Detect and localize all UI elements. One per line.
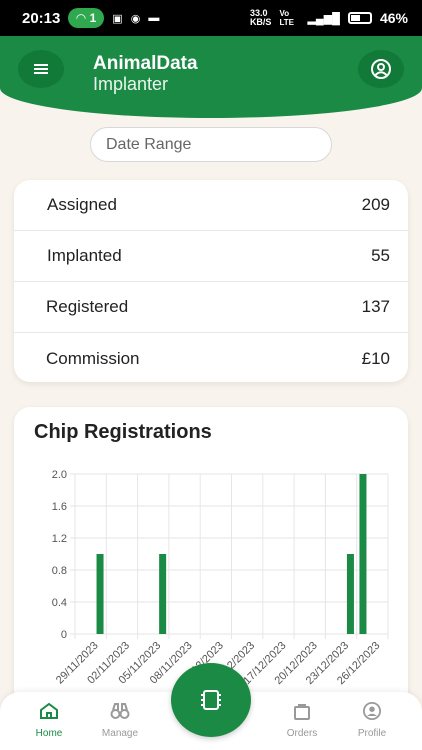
battery-percent: 46% xyxy=(379,10,408,26)
user-icon xyxy=(371,59,391,79)
nav-manage-label: Manage xyxy=(101,728,139,739)
stat-label: Assigned xyxy=(47,195,117,214)
status-bar: 20:13 ◠ 1 ▣ ◉ ▬ 33.0 KB/S Vo LTE ▂▄▆█ 46… xyxy=(0,0,422,36)
chip-registrations-chart: 00.40.81.21.62.029/11/202302/11/202305/1… xyxy=(52,469,389,687)
stat-label: Commission xyxy=(46,348,140,368)
nav-manage[interactable]: Manage xyxy=(90,702,150,739)
nav-profile-label: Profile xyxy=(357,728,387,739)
chart-card: Chip Registrations 0 0.4 0.8 1.2 1.6 2.0 29/11… xyxy=(14,407,408,707)
app-icon: ◉ xyxy=(130,12,141,25)
stat-row-implanted: Implanted 55 xyxy=(14,231,408,282)
nav-profile[interactable]: Profile xyxy=(342,702,402,739)
stat-value: 209 xyxy=(361,195,390,214)
brand-primary: AnimalData xyxy=(93,53,198,74)
date-range-placeholder: Date Range xyxy=(106,135,192,153)
y-tick-label: 1.6 xyxy=(52,501,67,513)
scan-chip-button[interactable] xyxy=(171,663,251,737)
nav-home-label: Home xyxy=(35,728,63,739)
home-icon xyxy=(40,702,58,719)
signal-icon: ▂▄▆█ xyxy=(307,12,340,25)
chart-bar xyxy=(346,554,354,634)
stat-row-assigned: Assigned 209 xyxy=(14,180,408,231)
nav-home[interactable]: Home xyxy=(19,702,79,739)
y-tick-label: 1.2 xyxy=(52,533,67,545)
menu-button[interactable] xyxy=(18,50,64,88)
profile-button[interactable] xyxy=(358,50,404,88)
stat-value: £10 xyxy=(361,348,390,368)
bag-icon xyxy=(294,704,310,720)
y-tick-label: 0 xyxy=(61,629,67,641)
battery-icon xyxy=(347,12,372,24)
hamburger-icon xyxy=(34,64,48,74)
y-tick-label: 0.4 xyxy=(52,597,67,609)
stat-row-registered: Registered 137 xyxy=(14,282,408,333)
stat-label: Implanted xyxy=(47,246,122,265)
network-speed: 33.0 KB/S xyxy=(249,8,272,27)
stat-value: 137 xyxy=(361,297,390,316)
message-icon: ▬ xyxy=(148,12,160,24)
chip-icon xyxy=(201,690,221,710)
hotspot-pill: ◠ 1 xyxy=(68,8,105,28)
brand-secondary: Implanter xyxy=(93,74,169,94)
date-range-input[interactable]: Date Range xyxy=(90,127,332,162)
stats-card: Assigned 209 Implanted 55 Registered 137… xyxy=(14,180,408,382)
nav-orders-label: Orders xyxy=(286,728,318,739)
stat-value: 55 xyxy=(371,246,390,265)
y-tick-label: 2.0 xyxy=(52,469,67,481)
hotspot-count: 1 xyxy=(89,11,97,25)
stat-label: Registered xyxy=(46,297,129,316)
y-tick-label: 0.8 xyxy=(52,565,67,577)
notification-icon: ▣ xyxy=(112,12,123,25)
volte-label: Vo LTE xyxy=(279,9,294,27)
profile-icon xyxy=(363,702,381,720)
chart-bar xyxy=(159,554,167,634)
binoculars-icon xyxy=(110,703,130,719)
app-brand: AnimalData Implanter xyxy=(93,53,198,95)
chart-bar xyxy=(359,474,367,634)
status-time: 20:13 xyxy=(22,9,61,27)
stat-row-commission: Commission £10 xyxy=(14,333,408,384)
nav-orders[interactable]: Orders xyxy=(272,702,332,739)
chart-bar xyxy=(96,554,104,634)
app-header: AnimalData Implanter xyxy=(0,36,422,118)
wifi-icon: ◠ xyxy=(76,11,86,25)
